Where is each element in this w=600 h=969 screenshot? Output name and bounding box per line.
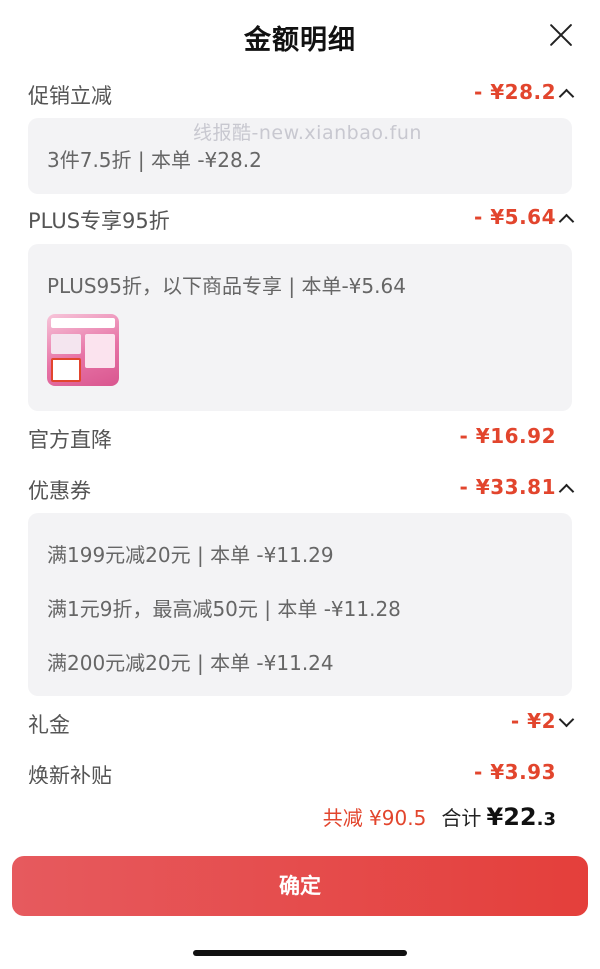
coupon-line: 满199元减20元 | 本单 -¥11.29 [47,543,334,567]
chevron-up-icon[interactable] [558,483,575,500]
home-indicator [193,950,407,956]
promo-amount: - ¥28.2 [473,80,556,104]
total-label: 合计 [441,806,482,830]
row-plus[interactable]: PLUS专享95折 - ¥5.64 [28,199,575,239]
row-coupon[interactable]: 优惠券 - ¥33.81 [28,469,575,509]
plus-detail-box: PLUS95折，以下商品专享 | 本单-¥5.64 [28,244,572,411]
subsidy-amount: - ¥3.93 [473,760,556,784]
footer: 共减 ¥90.5 合计 ¥22.3 确定 [0,784,600,969]
confirm-button[interactable]: 确定 [12,856,588,916]
coupon-amount: - ¥33.81 [459,475,556,499]
subsidy-label: 焕新补贴 [28,764,112,784]
coupon-label: 优惠券 [28,479,91,503]
total-currency: ¥ [486,803,504,831]
chevron-down-icon[interactable] [558,711,575,728]
gift-label: 礼金 [28,713,70,737]
official-label: 官方直降 [28,428,112,452]
total-summary: 共减 ¥90.5 合计 ¥22.3 [323,802,556,831]
watermark: 线报酷-new.xianbao.fun [193,122,422,144]
row-subsidy: 焕新补贴 - ¥3.93 [28,754,572,784]
close-icon[interactable] [548,22,574,48]
product-thumbnail[interactable] [47,314,119,386]
promo-detail-line: 3件7.5折 | 本单 -¥28.2 [47,148,262,172]
total-discount: 共减 ¥90.5 [322,806,427,830]
plus-amount: - ¥5.64 [473,205,556,229]
row-gift[interactable]: 礼金 - ¥2 [28,703,575,743]
coupon-detail-box: 满199元减20元 | 本单 -¥11.29 满1元9折，最高减50元 | 本单… [28,513,572,696]
chevron-up-icon[interactable] [558,88,575,105]
gift-amount: - ¥2 [510,709,556,733]
plus-detail-line: PLUS95折，以下商品专享 | 本单-¥5.64 [47,274,406,298]
row-promo[interactable]: 促销立减 - ¥28.2 [28,74,575,114]
plus-label: PLUS专享95折 [28,209,170,233]
coupon-line: 满200元减20元 | 本单 -¥11.24 [47,651,334,675]
page-title: 金额明细 [244,25,356,56]
promo-label: 促销立减 [28,84,112,108]
total-integer: 22 [503,803,537,831]
chevron-up-icon[interactable] [558,213,575,230]
row-official: 官方直降 - ¥16.92 [28,418,572,458]
detail-list[interactable]: 促销立减 - ¥28.2 3件7.5折 | 本单 -¥28.2 线报酷-new.… [0,72,600,784]
coupon-line: 满1元9折，最高减50元 | 本单 -¥11.28 [47,597,401,621]
official-amount: - ¥16.92 [459,424,556,448]
total-decimal: .3 [536,809,556,830]
header: 金额明细 [0,0,600,72]
